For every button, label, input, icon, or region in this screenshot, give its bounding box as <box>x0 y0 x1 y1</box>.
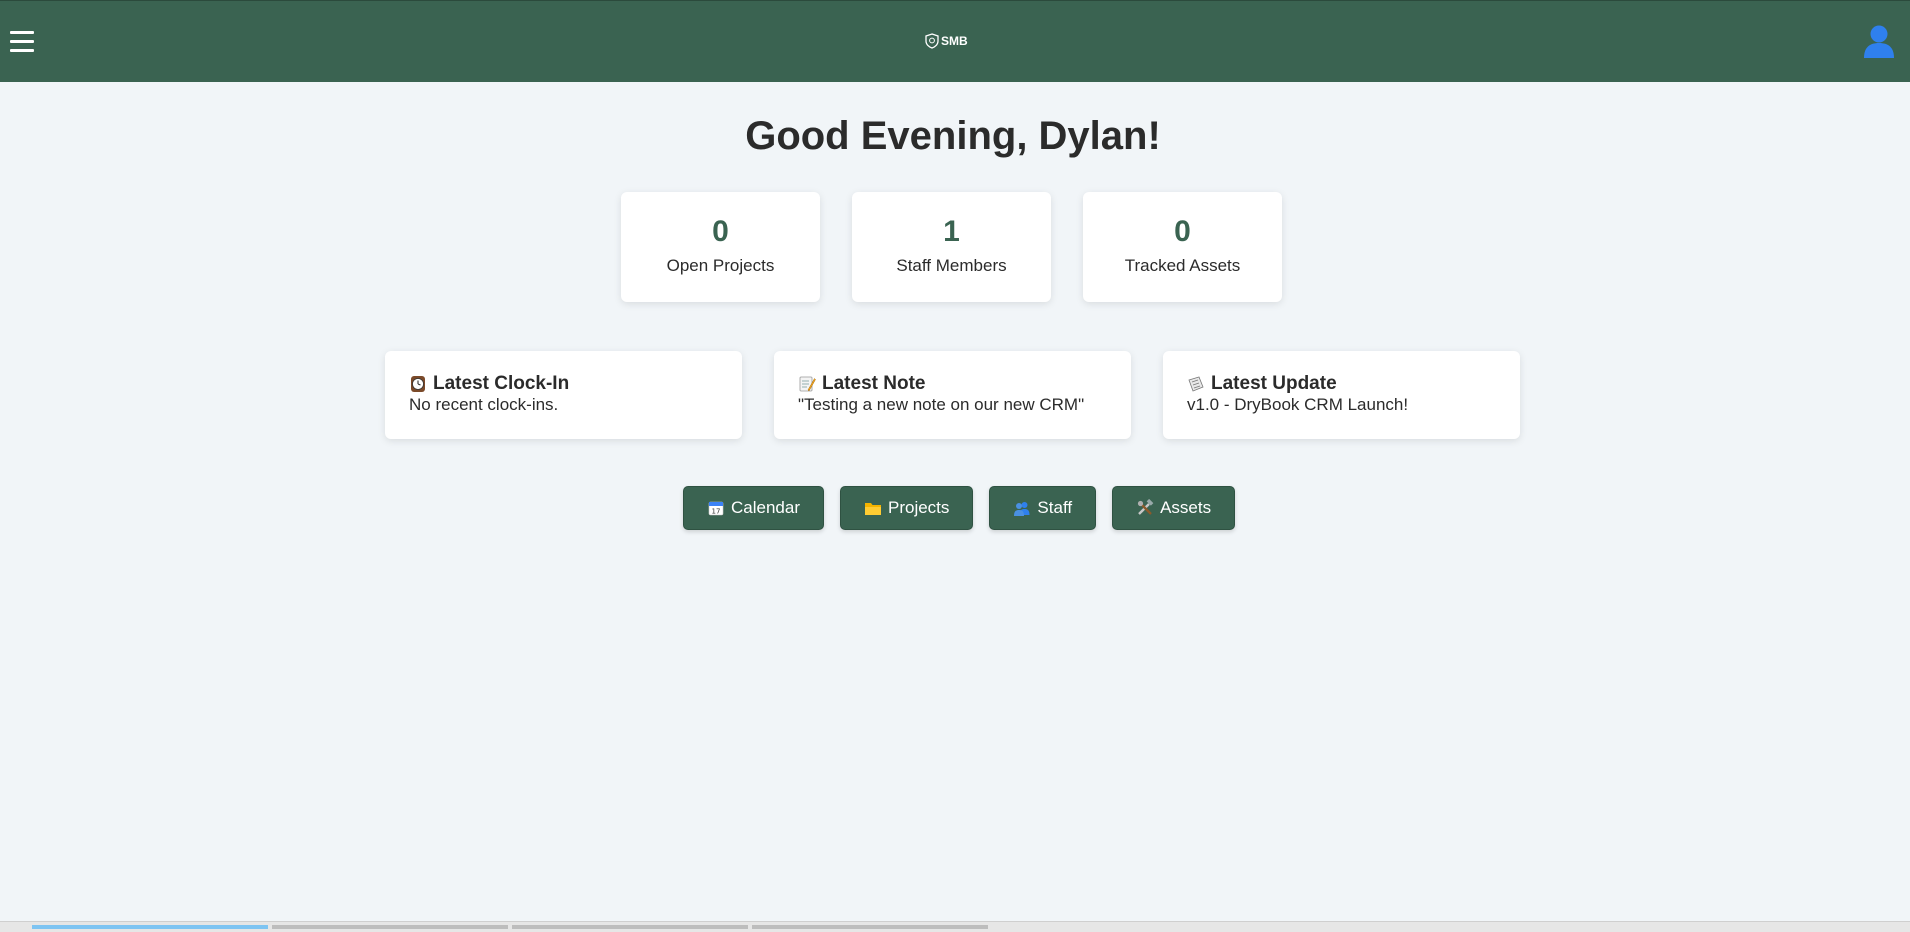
newspaper-icon <box>1188 376 1204 392</box>
info-cards-row: Latest Clock-In No recent clock-ins. Lat… <box>385 351 1520 439</box>
folder-icon <box>865 503 881 515</box>
user-avatar-icon[interactable] <box>1862 23 1896 59</box>
card-title: Latest Note <box>798 373 1107 395</box>
shield-icon <box>925 33 939 49</box>
hamburger-menu-icon[interactable] <box>10 27 34 57</box>
stats-row: 0 Open Projects 1 Staff Members 0 Tracke… <box>621 192 1282 302</box>
stat-value: 0 <box>712 215 729 248</box>
card-title-text: Latest Note <box>822 373 926 394</box>
stat-card-tracked-assets: 0 Tracked Assets <box>1083 192 1282 302</box>
card-text: v1.0 - DryBook CRM Launch! <box>1187 395 1409 414</box>
assets-button[interactable]: Assets <box>1112 486 1236 530</box>
app-logo[interactable]: SMB <box>925 31 968 51</box>
stat-card-staff-members: 1 Staff Members <box>852 192 1051 302</box>
quick-nav-buttons: 17 Calendar Projects Staff Assets <box>683 486 1236 530</box>
staff-button-label: Staff <box>1037 498 1073 517</box>
card-text: No recent clock-ins. <box>409 395 559 414</box>
projects-button-label: Projects <box>888 498 950 517</box>
logo-text: SMB <box>941 34 968 48</box>
calendar-button-label: Calendar <box>731 498 800 517</box>
card-title: Latest Update <box>1187 373 1496 395</box>
latest-note-card: Latest Note "Testing a new note on our n… <box>774 351 1131 439</box>
projects-button[interactable]: Projects <box>840 486 974 530</box>
stat-value: 1 <box>943 215 960 248</box>
clock-icon <box>411 376 425 392</box>
greeting-heading: Good Evening, Dylan! <box>745 114 1161 158</box>
top-navigation-bar: SMB <box>0 0 1910 82</box>
taskbar-tab[interactable] <box>752 925 988 929</box>
card-title-text: Latest Clock-In <box>433 373 570 394</box>
taskbar-tab[interactable] <box>512 925 748 929</box>
stat-card-open-projects: 0 Open Projects <box>621 192 820 302</box>
latest-clock-in-card: Latest Clock-In No recent clock-ins. <box>385 351 742 439</box>
assets-button-label: Assets <box>1160 498 1212 517</box>
people-icon <box>1014 502 1030 516</box>
stat-label: Staff Members <box>896 256 1007 275</box>
card-text: "Testing a new note on our new CRM" <box>798 395 1085 414</box>
tools-icon <box>1137 499 1154 515</box>
stat-label: Tracked Assets <box>1124 256 1241 275</box>
memo-icon <box>799 376 816 392</box>
taskbar-tab[interactable] <box>32 925 268 929</box>
calendar-icon: 17 <box>708 501 724 516</box>
taskbar-tab[interactable] <box>272 925 508 929</box>
card-title-text: Latest Update <box>1211 373 1337 394</box>
latest-update-card: Latest Update v1.0 - DryBook CRM Launch! <box>1163 351 1520 439</box>
stat-value: 0 <box>1174 215 1191 248</box>
stat-label: Open Projects <box>666 256 775 275</box>
staff-button[interactable]: Staff <box>989 486 1097 530</box>
svg-text:17: 17 <box>712 508 721 516</box>
taskbar-strip <box>0 921 1910 932</box>
card-title: Latest Clock-In <box>409 373 718 395</box>
calendar-button[interactable]: 17 Calendar <box>683 486 824 530</box>
